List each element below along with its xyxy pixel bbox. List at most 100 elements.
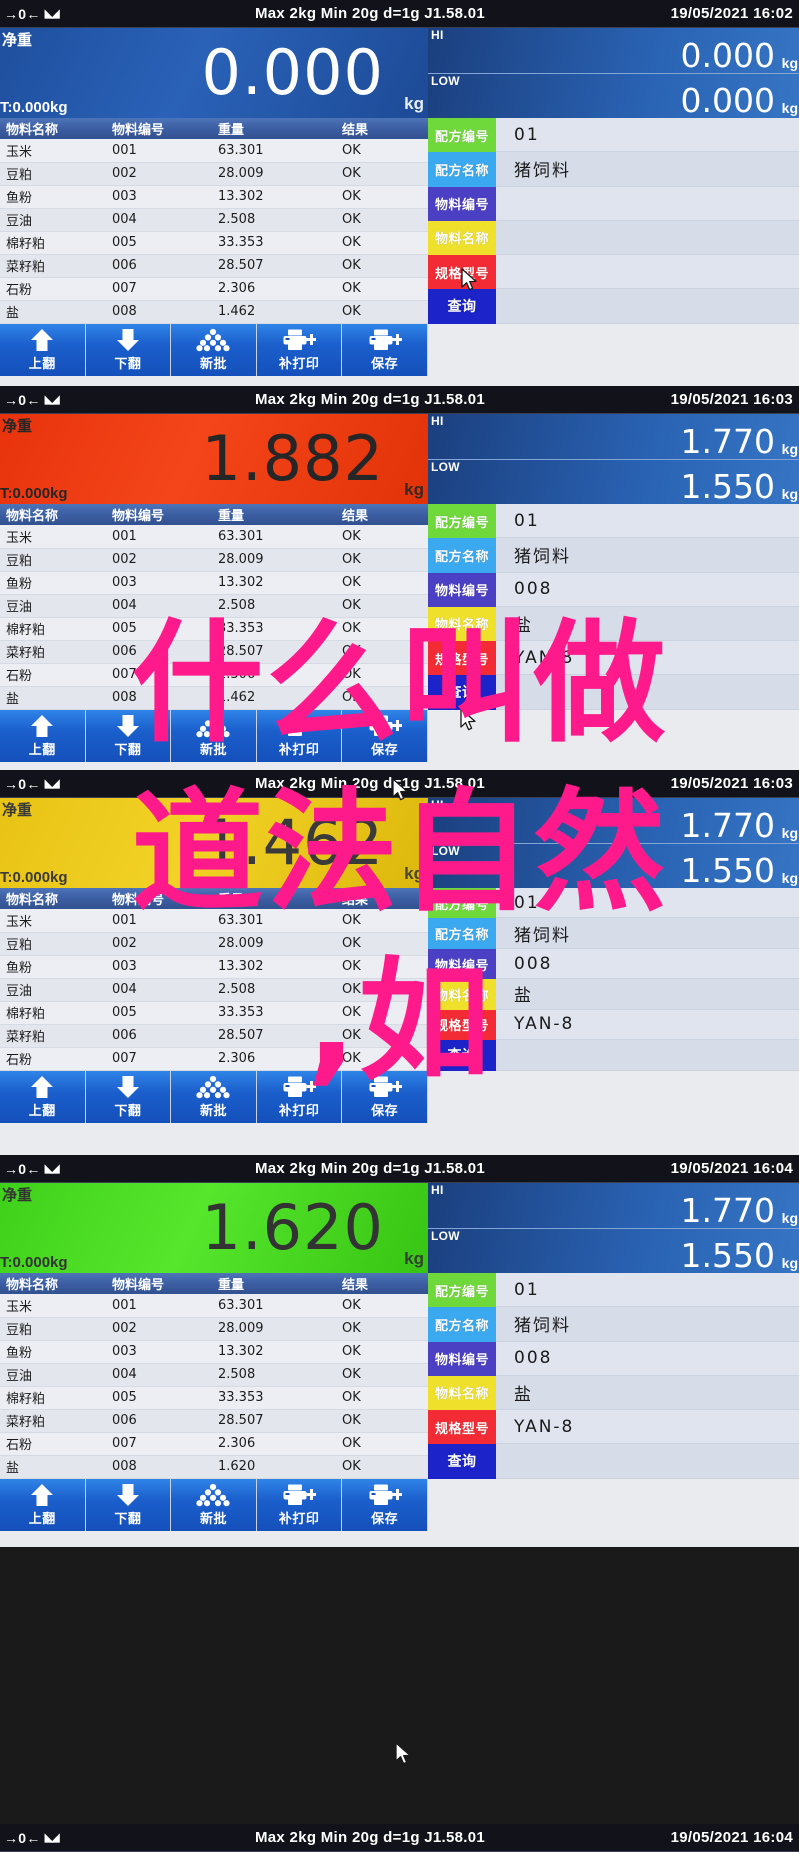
toolbar-button-新批[interactable]: 新批 — [171, 1070, 257, 1123]
sidebar-value-3[interactable]: 008 — [496, 572, 799, 607]
table-row[interactable]: 棉籽粕 005 33.353 OK — [0, 617, 428, 641]
table-row[interactable]: 豆粕 002 28.009 OK — [0, 1317, 428, 1341]
sidebar-tag-2[interactable]: 配方名称 — [428, 538, 496, 573]
table-row[interactable]: 石粉 007 2.306 OK — [0, 663, 428, 687]
table-row[interactable]: 豆粕 002 28.009 OK — [0, 932, 428, 956]
toolbar-button-新批[interactable]: 新批 — [171, 1478, 257, 1531]
query-button[interactable]: 查询 — [428, 675, 496, 710]
table-row[interactable]: 豆油 004 2.508 OK — [0, 208, 428, 232]
sidebar-tag-column: 配方编号 配方名称 物料编号 物料名称 规格型号 查询 — [428, 888, 496, 1071]
sidebar-value-2[interactable]: 猪饲料 — [496, 538, 799, 573]
sidebar-tag-3[interactable]: 物料编号 — [428, 948, 496, 980]
query-button[interactable]: 查询 — [428, 1444, 496, 1479]
sidebar-value-3[interactable]: 008 — [496, 948, 799, 980]
table-row[interactable]: 菜籽粕 006 28.507 OK — [0, 640, 428, 664]
query-button[interactable]: 查询 — [428, 1040, 496, 1071]
sidebar-value-4[interactable] — [496, 220, 799, 255]
sidebar-tag-4[interactable]: 物料名称 — [428, 979, 496, 1010]
sidebar-value-3[interactable] — [496, 186, 799, 221]
toolbar-button-下翻[interactable]: 下翻 — [85, 323, 172, 376]
toolbar-button-保存[interactable]: 保存 — [342, 323, 428, 376]
sidebar-tag-5[interactable]: 规格型号 — [428, 1410, 496, 1445]
table-row[interactable]: 豆油 004 2.508 OK — [0, 978, 428, 1002]
sidebar-tag-1[interactable]: 配方编号 — [428, 888, 496, 919]
table-row[interactable]: 棉籽粕 005 33.353 OK — [0, 1386, 428, 1410]
sidebar-tag-5[interactable]: 规格型号 — [428, 1009, 496, 1041]
table-row[interactable]: 鱼粉 003 13.302 OK — [0, 1340, 428, 1364]
sidebar-tag-3[interactable]: 物料编号 — [428, 572, 496, 607]
sidebar-tag-4[interactable]: 物料名称 — [428, 220, 496, 255]
sidebar-value-1[interactable]: 01 — [496, 504, 799, 539]
toolbar-button-保存[interactable]: 保存 — [342, 709, 428, 762]
sidebar-tag-2[interactable]: 配方名称 — [428, 918, 496, 949]
toolbar-button-补打印[interactable]: 补打印 — [256, 1070, 343, 1123]
sidebar-value-5[interactable] — [496, 255, 799, 290]
sidebar-value-3[interactable]: 008 — [496, 1341, 799, 1376]
sidebar-value-4[interactable]: 盐 — [496, 606, 799, 641]
table-row[interactable]: 豆油 004 2.508 OK — [0, 1363, 428, 1387]
table-row[interactable]: 棉籽粕 005 33.353 OK — [0, 1001, 428, 1025]
table-row[interactable]: 盐 008 1.620 OK — [0, 1455, 428, 1479]
toolbar-button-下翻[interactable]: 下翻 — [85, 1478, 172, 1531]
toolbar-button-下翻[interactable]: 下翻 — [85, 1070, 172, 1123]
printer-save-icon — [368, 714, 402, 738]
toolbar-button-上翻[interactable]: 上翻 — [0, 323, 86, 376]
toolbar-button-下翻[interactable]: 下翻 — [85, 709, 172, 762]
toolbar-button-保存[interactable]: 保存 — [342, 1478, 428, 1531]
toolbar-button-保存[interactable]: 保存 — [342, 1070, 428, 1123]
toolbar-button-新批[interactable]: 新批 — [171, 323, 257, 376]
query-button[interactable]: 查询 — [428, 289, 496, 324]
table-row[interactable]: 石粉 007 2.306 OK — [0, 277, 428, 301]
toolbar-button-上翻[interactable]: 上翻 — [0, 709, 86, 762]
table-row[interactable]: 玉米 001 63.301 OK — [0, 139, 428, 163]
sidebar-value-5[interactable]: YAN-8 — [496, 1009, 799, 1041]
table-row[interactable]: 盐 008 1.462 OK — [0, 300, 428, 324]
sidebar-value-2[interactable]: 猪饲料 — [496, 1307, 799, 1342]
sidebar-tag-5[interactable]: 规格型号 — [428, 255, 496, 290]
table-row[interactable]: 玉米 001 63.301 OK — [0, 525, 428, 549]
table-row[interactable]: 石粉 007 2.306 OK — [0, 1047, 428, 1071]
toolbar-button-上翻[interactable]: 上翻 — [0, 1070, 86, 1123]
sidebar-value-1[interactable]: 01 — [496, 1273, 799, 1308]
sidebar-value-4[interactable]: 盐 — [496, 979, 799, 1010]
sidebar-value-1[interactable]: 01 — [496, 118, 799, 153]
toolbar-button-补打印[interactable]: 补打印 — [256, 709, 343, 762]
table-row[interactable]: 菜籽粕 006 28.507 OK — [0, 254, 428, 278]
toolbar-button-补打印[interactable]: 补打印 — [256, 1478, 343, 1531]
table-row[interactable]: 棉籽粕 005 33.353 OK — [0, 231, 428, 255]
sidebar-tag-2[interactable]: 配方名称 — [428, 1307, 496, 1342]
toolbar-button-补打印[interactable]: 补打印 — [256, 323, 343, 376]
sidebar-tag-2[interactable]: 配方名称 — [428, 152, 496, 187]
table-row[interactable]: 豆油 004 2.508 OK — [0, 594, 428, 618]
material-table-wrapper: 物料名称 物料编号 重量 结果 玉米 001 63.301 OK 豆粕 002 28.009 OK 鱼粉… — [0, 504, 428, 710]
sidebar-tag-4[interactable]: 物料名称 — [428, 606, 496, 641]
toolbar-button-上翻[interactable]: 上翻 — [0, 1478, 86, 1531]
sidebar-value-4[interactable]: 盐 — [496, 1375, 799, 1410]
toolbar-button-新批[interactable]: 新批 — [171, 709, 257, 762]
table-row[interactable]: 玉米 001 63.301 OK — [0, 1294, 428, 1318]
table-row[interactable]: 菜籽粕 006 28.507 OK — [0, 1409, 428, 1433]
sidebar-tag-1[interactable]: 配方编号 — [428, 118, 496, 153]
sidebar-value-2[interactable]: 猪饲料 — [496, 918, 799, 949]
sidebar-tag-3[interactable]: 物料编号 — [428, 1341, 496, 1376]
sidebar-value-2[interactable]: 猪饲料 — [496, 152, 799, 187]
cell-material-name: 菜籽粕 — [0, 640, 112, 664]
sidebar-value-5[interactable]: YAN-8 — [496, 641, 799, 676]
table-row[interactable]: 豆粕 002 28.009 OK — [0, 548, 428, 572]
table-row[interactable]: 石粉 007 2.306 OK — [0, 1432, 428, 1456]
sidebar-value-1[interactable]: 01 — [496, 888, 799, 919]
sidebar-tag-3[interactable]: 物料编号 — [428, 186, 496, 221]
sidebar-tag-5[interactable]: 规格型号 — [428, 641, 496, 676]
sidebar-tag-4[interactable]: 物料名称 — [428, 1375, 496, 1410]
timestamp: 19/05/2021 16:04 — [670, 1829, 793, 1846]
sidebar-value-5[interactable]: YAN-8 — [496, 1410, 799, 1445]
sidebar-tag-1[interactable]: 配方编号 — [428, 504, 496, 539]
sidebar-tag-1[interactable]: 配方编号 — [428, 1273, 496, 1308]
table-row[interactable]: 鱼粉 003 13.302 OK — [0, 571, 428, 595]
table-row[interactable]: 鱼粉 003 13.302 OK — [0, 185, 428, 209]
table-row[interactable]: 豆粕 002 28.009 OK — [0, 162, 428, 186]
table-row[interactable]: 鱼粉 003 13.302 OK — [0, 955, 428, 979]
table-row[interactable]: 菜籽粕 006 28.507 OK — [0, 1024, 428, 1048]
table-row[interactable]: 盐 008 1.462 OK — [0, 686, 428, 710]
table-row[interactable]: 玉米 001 63.301 OK — [0, 909, 428, 933]
